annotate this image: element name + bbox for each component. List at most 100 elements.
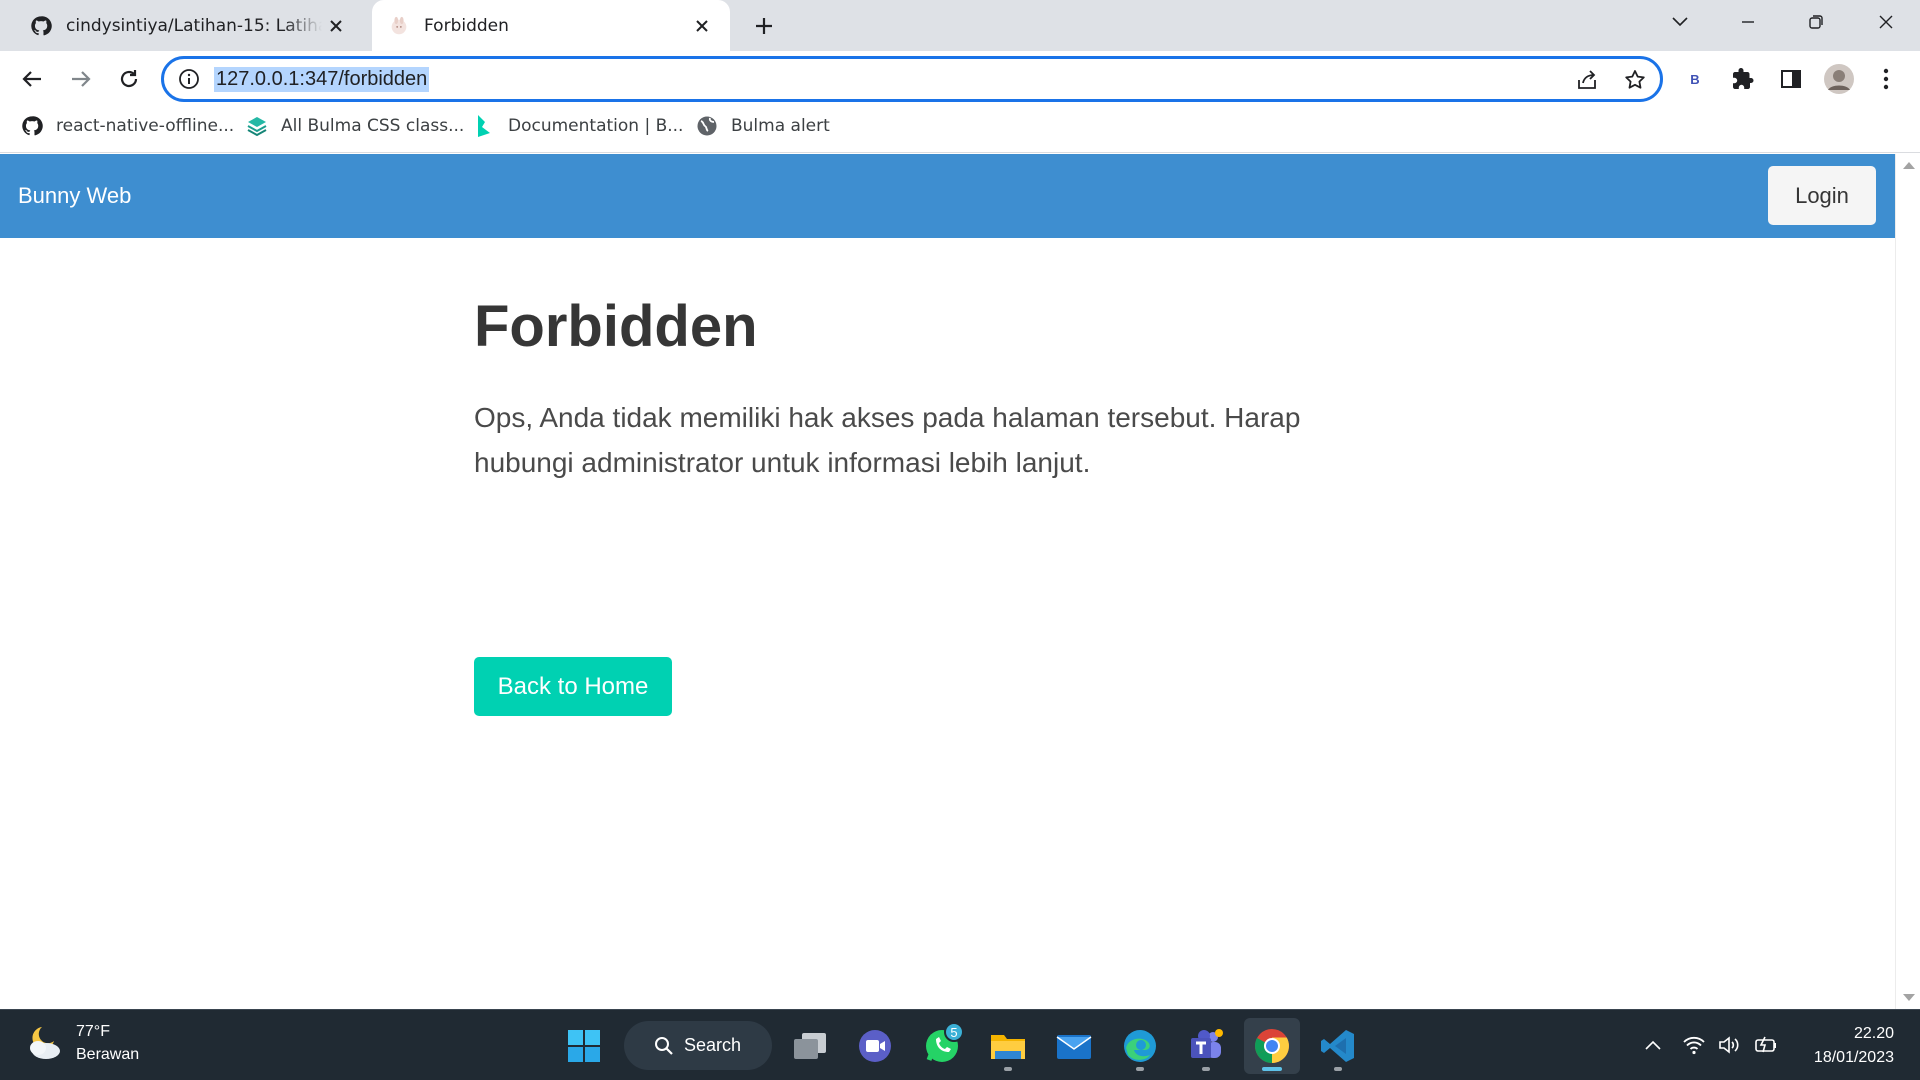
start-button[interactable] <box>556 1018 612 1074</box>
page-title: Forbidden <box>474 294 758 359</box>
tab-title: Forbidden <box>424 15 509 36</box>
scroll-down-arrow[interactable] <box>1903 994 1915 1001</box>
minimize-button[interactable] <box>1728 6 1768 38</box>
back-to-home-button[interactable]: Back to Home <box>474 657 672 716</box>
running-indicator <box>1262 1067 1282 1071</box>
bookmark-label: react-native-offline... <box>56 116 235 136</box>
close-icon <box>1879 15 1893 29</box>
weather-widget[interactable]: 77°F Berawan <box>22 1020 139 1066</box>
start-icon <box>568 1030 600 1062</box>
login-button[interactable]: Login <box>1768 166 1876 225</box>
forbidden-message: Ops, Anda tidak memiliki hak akses pada … <box>474 401 1301 478</box>
close-tab-icon[interactable] <box>322 12 350 40</box>
file-explorer-button[interactable] <box>980 1018 1036 1074</box>
bunny-favicon-icon <box>391 16 407 34</box>
bookmark-label: All Bulma CSS class... <box>281 116 465 136</box>
search-icon <box>655 1036 673 1055</box>
forward-button[interactable] <box>61 59 101 99</box>
plus-icon <box>756 18 772 34</box>
edge-icon <box>1124 1030 1156 1062</box>
bookmark-star-icon[interactable] <box>1620 65 1650 95</box>
page-viewport: Bunny Web Login Forbidden Ops, Anda tida… <box>0 154 1920 1009</box>
scrollbar[interactable] <box>1895 154 1920 1009</box>
file-explorer-icon <box>991 1035 1025 1059</box>
tab-title: cindysintiya/Latihan-15: Latihan M <box>66 15 322 36</box>
running-indicator <box>1202 1067 1210 1071</box>
share-icon[interactable] <box>1572 65 1602 95</box>
running-indicator <box>1136 1067 1144 1071</box>
running-indicator <box>1004 1067 1012 1071</box>
taskbar-search[interactable]: Search <box>624 1021 772 1070</box>
chrome-app-button[interactable] <box>1244 1018 1300 1074</box>
bookmark-label: Bulma alert <box>731 116 830 136</box>
teams-app-button[interactable] <box>1178 1018 1234 1074</box>
mail-app-button[interactable] <box>1046 1018 1102 1074</box>
new-tab-button[interactable] <box>748 10 780 42</box>
notification-badge: 5 <box>944 1022 964 1042</box>
tab-search-button[interactable] <box>1660 6 1700 38</box>
side-panel-button[interactable] <box>1773 61 1809 97</box>
info-icon[interactable] <box>178 68 200 90</box>
reload-button[interactable] <box>109 59 149 99</box>
bookmark-item[interactable]: react-native-offline... <box>20 107 234 145</box>
url-text[interactable]: 127.0.0.1:347/forbidden <box>214 67 430 92</box>
chrome-icon <box>1255 1029 1289 1063</box>
kebab-menu-icon <box>1883 68 1889 90</box>
weather-temperature: 77°F <box>76 1023 110 1040</box>
extension-label: B <box>1690 71 1700 87</box>
profile-avatar[interactable] <box>1821 61 1857 97</box>
volume-status[interactable] <box>1714 1030 1744 1060</box>
running-indicator <box>1334 1067 1342 1071</box>
restore-icon <box>1809 15 1823 29</box>
extensions-button[interactable] <box>1725 61 1761 97</box>
bulma-extension-icon[interactable]: B <box>1677 61 1713 97</box>
github-icon <box>31 15 52 35</box>
speaker-icon <box>1719 1036 1739 1054</box>
close-tab-icon[interactable] <box>688 12 716 40</box>
close-window-button[interactable] <box>1866 6 1906 38</box>
system-clock[interactable]: 22.20 18/01/2023 <box>1814 1022 1894 1070</box>
wifi-icon <box>1683 1036 1705 1055</box>
search-label: Search <box>684 1035 742 1055</box>
tab-strip: cindysintiya/Latihan-15: Latihan M Forbi… <box>0 0 1920 51</box>
globe-icon <box>695 114 719 138</box>
address-bar[interactable]: 127.0.0.1:347/forbidden <box>161 56 1663 102</box>
scroll-up-arrow[interactable] <box>1903 162 1915 169</box>
bulma-icon <box>472 114 496 138</box>
github-icon <box>20 114 44 138</box>
show-hidden-icons-button[interactable] <box>1638 1030 1668 1060</box>
edge-app-button[interactable] <box>1112 1018 1168 1074</box>
clock-date: 18/01/2023 <box>1813 1049 1894 1066</box>
bookmarks-bar: react-native-offline... All Bulma CSS cl… <box>0 107 1920 153</box>
back-button[interactable] <box>12 59 52 99</box>
bookmark-item[interactable]: Documentation | B... <box>472 107 683 145</box>
bookmark-label: Documentation | B... <box>508 116 684 136</box>
bookmark-item[interactable]: Bulma alert <box>695 107 830 145</box>
arrow-left-icon <box>22 71 41 87</box>
tab-forbidden[interactable]: Forbidden <box>372 0 730 51</box>
restore-button[interactable] <box>1796 6 1836 38</box>
vscode-icon <box>1321 1030 1354 1062</box>
layers-icon <box>245 114 269 138</box>
battery-charging-icon <box>1755 1036 1776 1053</box>
meet-icon <box>859 1030 891 1062</box>
tab-github[interactable]: cindysintiya/Latihan-15: Latihan M <box>14 0 364 51</box>
whatsapp-app-button[interactable]: 5 <box>914 1018 970 1074</box>
wifi-status[interactable] <box>1679 1030 1709 1060</box>
task-view-button[interactable] <box>782 1018 838 1074</box>
site-navbar: Bunny Web Login <box>0 154 1895 238</box>
chevron-down-icon <box>1672 17 1688 27</box>
arrow-right-icon <box>72 71 91 87</box>
mail-icon <box>1056 1035 1092 1059</box>
meet-app-button[interactable] <box>847 1018 903 1074</box>
windows-taskbar: 77°F Berawan Search 5 22.20 18/01/2023 <box>0 1009 1920 1080</box>
battery-status[interactable] <box>1751 1030 1781 1060</box>
teams-icon <box>1191 1029 1223 1058</box>
side-panel-icon <box>1781 70 1801 88</box>
vscode-app-button[interactable] <box>1310 1018 1366 1074</box>
brand-link[interactable]: Bunny Web <box>18 154 131 238</box>
chevron-up-icon <box>1645 1040 1661 1050</box>
chrome-menu-button[interactable] <box>1868 61 1904 97</box>
avatar-icon <box>1824 64 1854 94</box>
bookmark-item[interactable]: All Bulma CSS class... <box>245 107 464 145</box>
